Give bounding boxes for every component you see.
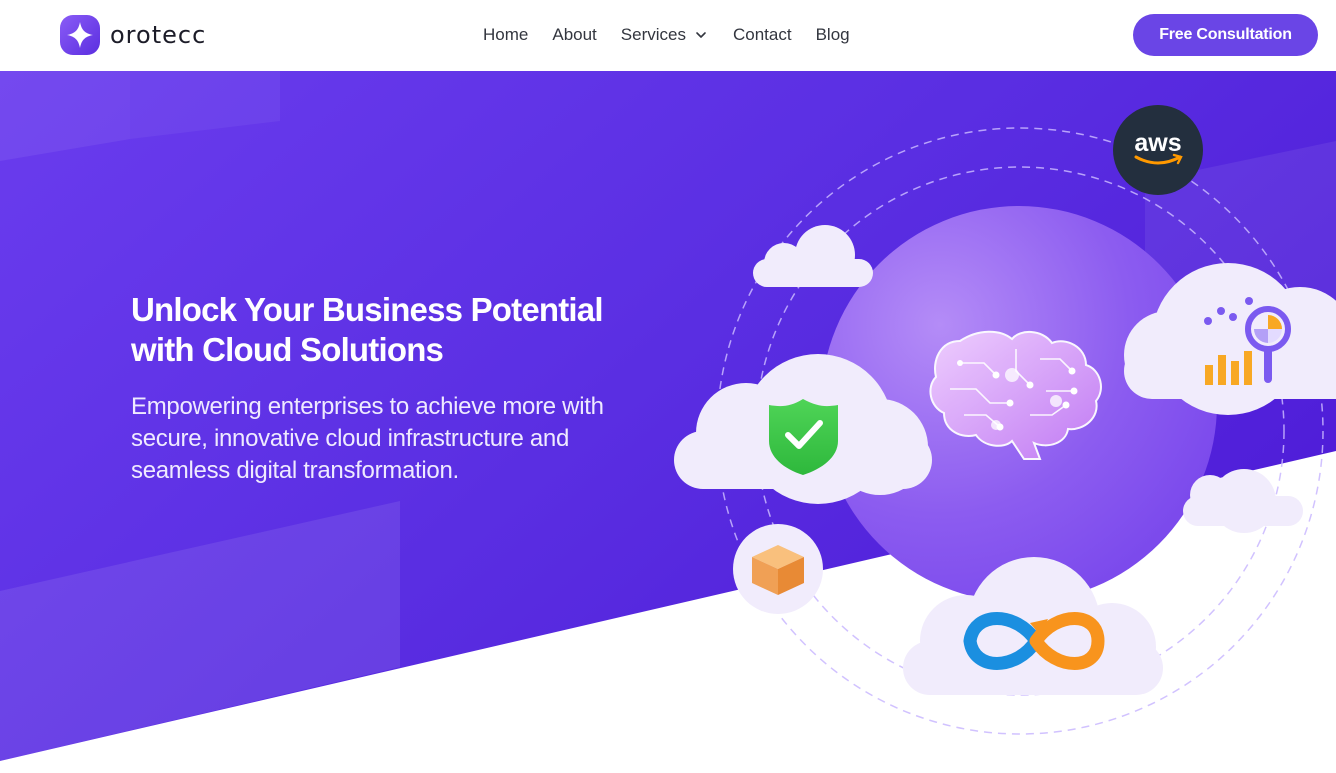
top-navbar: orotecc Home About Services Contact Blog… (0, 0, 1336, 71)
nav-item-about[interactable]: About (552, 24, 596, 46)
nav-item-contact[interactable]: Contact (733, 24, 792, 46)
hero-title: Unlock Your Business Potential with Clou… (131, 290, 691, 370)
hero-subtitle-line-2: secure, innovative cloud infrastructure … (131, 425, 570, 452)
brand-logo[interactable]: orotecc (60, 14, 206, 56)
hero-subtitle: Empowering enterprises to achieve more w… (131, 391, 671, 487)
hero-title-line-2: with Cloud Solutions (131, 331, 444, 368)
nav-item-blog[interactable]: Blog (816, 24, 850, 46)
nav-item-services-label: Services (620, 25, 686, 44)
brand-name: orotecc (110, 21, 207, 49)
chevron-down-icon (696, 32, 706, 38)
logo-mark-icon (60, 15, 100, 55)
hero-section: aws Unlock Your Business Potential with … (0, 71, 1336, 773)
main-nav: Home About Services Contact Blog (483, 24, 850, 46)
cloud-icon (1183, 469, 1303, 533)
hero-subtitle-line-1: Empowering enterprises to achieve more w… (131, 393, 604, 420)
hero-title-line-1: Unlock Your Business Potential (131, 291, 604, 328)
nav-item-services[interactable]: Services (621, 24, 707, 46)
nav-item-home[interactable]: Home (483, 24, 528, 46)
aws-badge-text: aws (1134, 129, 1181, 157)
free-consultation-button[interactable]: Free Consultation (1133, 14, 1318, 56)
aws-logo-icon: aws (1113, 105, 1203, 195)
hero-subtitle-line-3: seamless digital transformation. (131, 457, 459, 484)
package-box-icon (733, 524, 823, 614)
